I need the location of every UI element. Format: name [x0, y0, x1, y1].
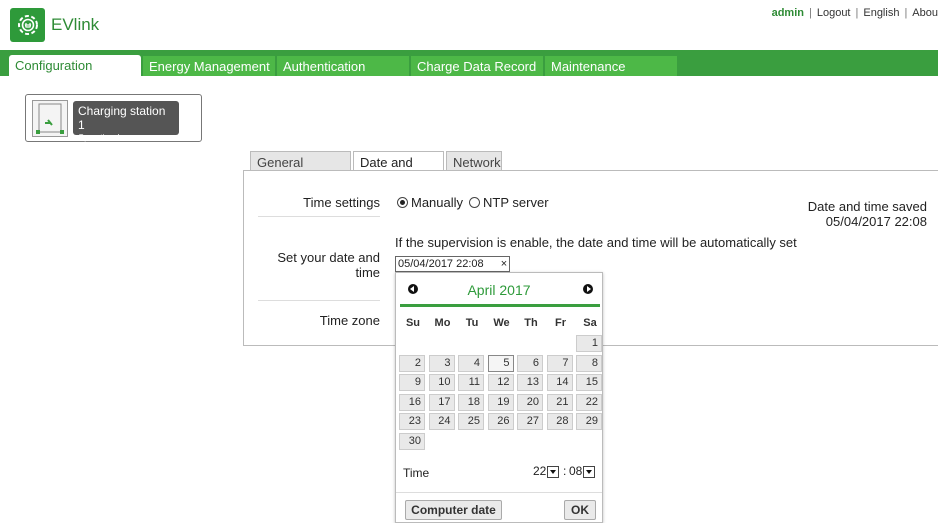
tab-charge-data-record[interactable]: Charge Data Record — [411, 56, 543, 76]
calendar-day[interactable]: 6 — [517, 354, 543, 372]
charging-station-icon — [32, 100, 68, 137]
language-link[interactable]: English — [863, 7, 899, 19]
calendar-footer-divider — [396, 492, 602, 493]
evlink-logo: EVlink — [10, 8, 99, 42]
calendar-day[interactable]: 4 — [458, 354, 484, 372]
saved-value: 05/04/2017 22:08 — [825, 214, 927, 229]
clear-date-icon[interactable]: × — [498, 256, 510, 272]
weekday-header: Fr — [555, 317, 566, 329]
calendar-day[interactable]: 7 — [546, 354, 573, 372]
calendar-month-title: April 2017 — [467, 282, 531, 298]
tab-general-settings[interactable]: General Settings — [250, 151, 351, 185]
date-time-label: Set your date and time — [277, 250, 380, 280]
calendar-day[interactable]: 28 — [546, 413, 573, 430]
time-settings-radio-group: Manually NTP server — [397, 195, 549, 210]
calendar-day[interactable]: 16 — [399, 393, 425, 411]
calendar-day[interactable]: 26 — [487, 413, 514, 430]
saved-label: Date and time saved — [807, 199, 927, 214]
calendar-day[interactable]: 15 — [576, 374, 602, 391]
calendar-day[interactable]: 22 — [576, 393, 602, 411]
calendar-day[interactable]: 10 — [428, 374, 455, 391]
calendar-header-line — [400, 304, 600, 307]
calendar-day[interactable]: 18 — [458, 393, 484, 411]
weekday-header: Mo — [434, 317, 451, 329]
weekday-header: Th — [524, 317, 538, 329]
manual-radio[interactable] — [397, 197, 408, 208]
calendar-header: April 2017 — [396, 273, 602, 305]
tab-authentication[interactable]: Authentication — [277, 56, 409, 76]
ntp-option-label[interactable]: NTP server — [483, 195, 549, 210]
station-status: Operational — [78, 133, 120, 142]
calendar-day[interactable]: 12 — [487, 374, 514, 391]
tab-date-and-time[interactable]: Date and Time — [353, 151, 444, 185]
calendar-day[interactable]: 30 — [399, 432, 425, 450]
weekday-header: Tu — [465, 317, 479, 329]
calendar-day[interactable]: 13 — [517, 374, 543, 391]
calendar-day[interactable]: 21 — [546, 393, 573, 411]
ok-button[interactable]: OK — [564, 500, 596, 520]
app-title: EVlink — [51, 15, 100, 34]
saved-status: Date and time saved 05/04/2017 22:08 — [808, 199, 927, 229]
calendar-day[interactable]: 24 — [428, 413, 455, 430]
station-name: Charging station 1 — [78, 104, 166, 132]
minute-select[interactable]: 08 — [569, 464, 596, 478]
tab-configuration[interactable]: Configuration — [9, 55, 141, 76]
calendar-day[interactable]: 5 — [487, 354, 514, 372]
nav-separator: | — [855, 7, 859, 19]
weekday-header: Su — [405, 317, 421, 329]
time-separator: : — [563, 464, 567, 478]
about-link[interactable]: Abou — [912, 7, 938, 19]
weekday-header: We — [493, 317, 510, 329]
gear-plug-icon — [10, 8, 45, 42]
station-label: Charging station 1 Operational — [73, 101, 179, 142]
charging-station-card[interactable]: Charging station 1 Operational — [25, 94, 202, 142]
time-label: Time — [403, 466, 430, 480]
calendar-day[interactable]: 29 — [576, 413, 602, 430]
weekday-header: Sa — [583, 317, 597, 329]
tab-energy-management[interactable]: Energy Management — [143, 56, 275, 76]
calendar-day[interactable]: 2 — [399, 354, 425, 372]
calendar-day[interactable]: 27 — [517, 413, 543, 430]
calendar-day[interactable]: 11 — [458, 374, 484, 391]
calendar-day[interactable]: 25 — [458, 413, 484, 430]
calendar-day[interactable]: 20 — [517, 393, 543, 411]
time-settings-label: Time settings — [303, 195, 380, 210]
next-month-icon[interactable] — [583, 284, 593, 294]
user-link[interactable]: admin — [772, 7, 804, 19]
logout-link[interactable]: Logout — [817, 7, 851, 19]
top-navigation: admin | Logout | English | Abou — [772, 7, 938, 19]
computer-date-button[interactable]: Computer date — [405, 500, 502, 520]
calendar-day[interactable]: 14 — [546, 374, 573, 391]
date-time-label-line1: Set your date and — [277, 250, 380, 265]
row-divider — [258, 216, 380, 217]
calendar-day[interactable]: 1 — [576, 335, 602, 352]
chevron-down-icon[interactable] — [547, 465, 560, 478]
supervision-note: If the supervision is enable, the date a… — [395, 235, 797, 250]
row-divider — [258, 300, 380, 301]
ntp-radio[interactable] — [469, 197, 481, 208]
nav-separator: | — [904, 7, 908, 19]
date-time-input[interactable]: 05/04/2017 22:08 — [395, 256, 510, 272]
date-picker-popup: April 2017 Su Mo Tu We Th Fr Sa 1 2 3 4 5 6 7 8 9 10 11 1… — [395, 272, 603, 523]
hour-select[interactable]: 22 — [533, 464, 560, 478]
time-zone-label: Time zone — [319, 313, 380, 328]
date-time-label-line2: time — [355, 265, 380, 280]
nav-separator: | — [808, 7, 812, 19]
tab-maintenance[interactable]: Maintenance — [545, 56, 677, 76]
calendar-day[interactable]: 17 — [428, 393, 455, 411]
minute-value: 08 — [569, 464, 583, 478]
chevron-down-icon[interactable] — [583, 465, 596, 478]
calendar-day[interactable]: 8 — [576, 354, 602, 372]
calendar-day[interactable]: 9 — [399, 374, 425, 391]
calendar-day[interactable]: 23 — [399, 413, 425, 430]
calendar-day[interactable]: 19 — [487, 393, 514, 411]
manual-option-label[interactable]: Manually — [411, 195, 463, 210]
tab-network[interactable]: Network — [446, 151, 502, 171]
hour-value: 22 — [533, 464, 547, 478]
calendar-day[interactable]: 3 — [428, 354, 455, 372]
